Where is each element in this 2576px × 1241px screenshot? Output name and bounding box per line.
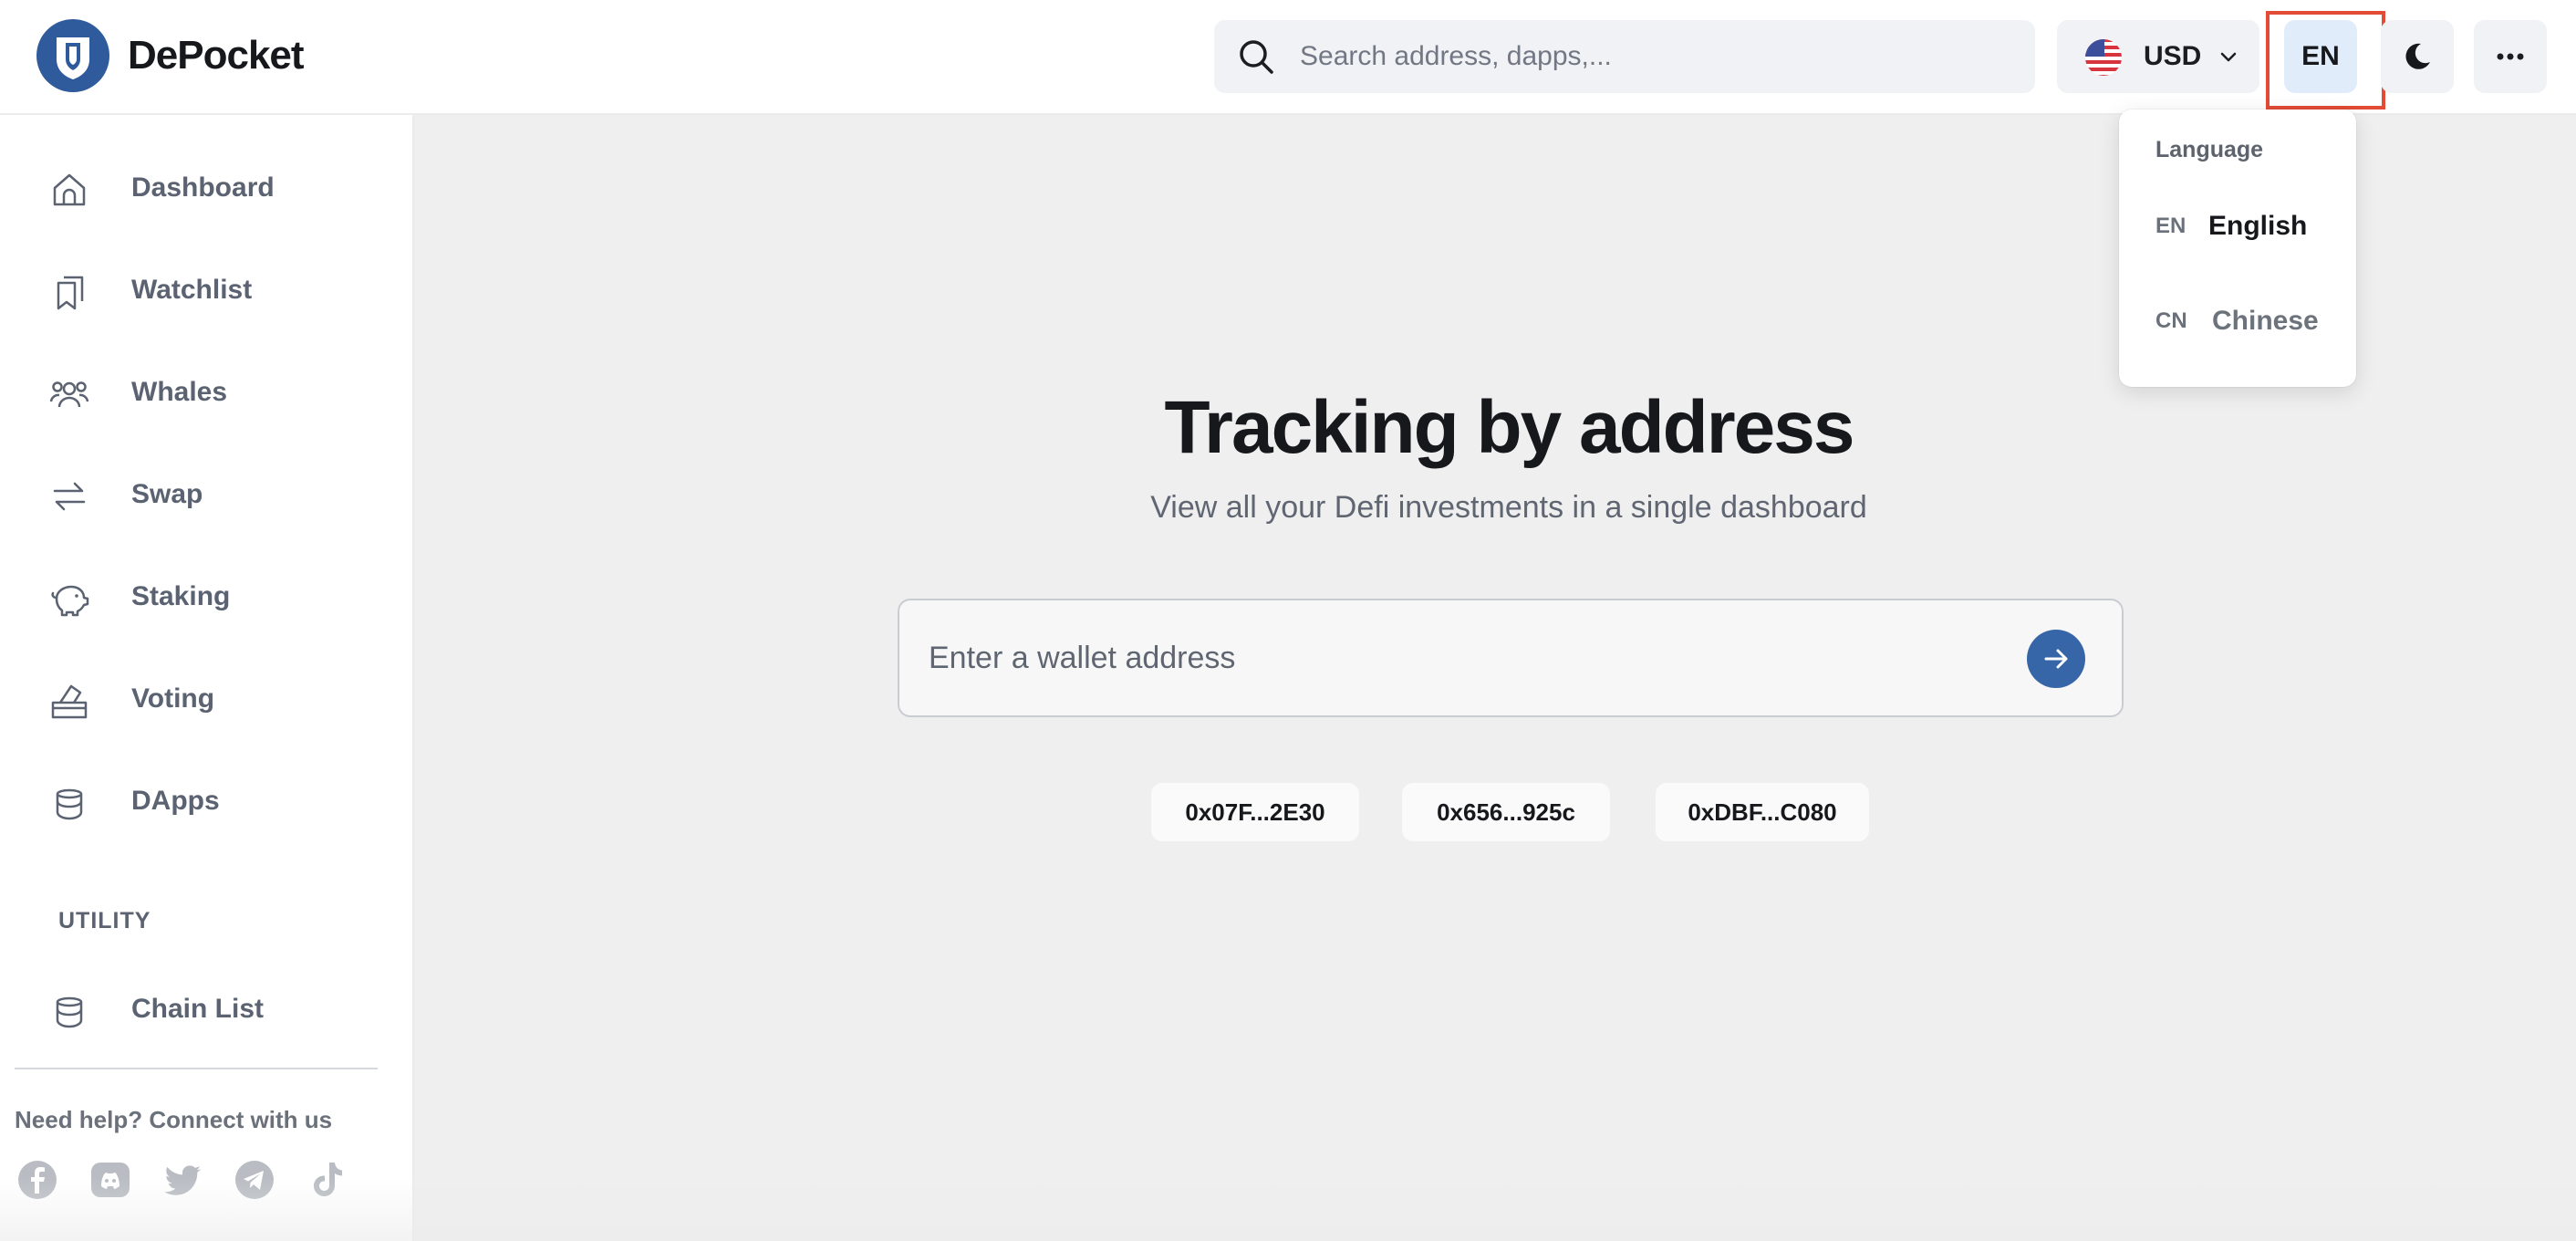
social-links xyxy=(15,1159,379,1206)
sample-address-chip[interactable]: 0x656...925c xyxy=(1402,783,1610,841)
wallet-address-field[interactable] xyxy=(898,599,2124,717)
users-icon xyxy=(49,381,89,408)
sidebar: Dashboard Watchlist Whales Swap Staking … xyxy=(0,115,414,1241)
currency-selector[interactable]: USD xyxy=(2057,20,2259,93)
ballot-box-icon xyxy=(51,684,88,719)
wallet-address-input[interactable] xyxy=(929,600,2023,715)
sidebar-item-dapps[interactable]: DApps xyxy=(36,765,383,838)
chevron-down-icon xyxy=(2220,52,2237,62)
stack-icon xyxy=(56,788,83,820)
language-abbr: EN xyxy=(2155,214,2186,238)
language-abbr: CN xyxy=(2155,308,2187,333)
arrow-right-icon xyxy=(2044,649,2068,669)
sidebar-divider xyxy=(15,1068,378,1069)
sidebar-item-chain-list[interactable]: Chain List xyxy=(36,973,383,1046)
moon-icon xyxy=(2405,43,2430,69)
currency-code: USD xyxy=(2144,41,2202,71)
stack-icon xyxy=(56,996,83,1028)
language-name: Chinese xyxy=(2212,306,2319,336)
home-icon xyxy=(53,173,86,206)
theme-toggle-button[interactable] xyxy=(2381,20,2454,93)
language-menu-title: Language xyxy=(2155,137,2264,162)
bookmark-icon xyxy=(57,276,84,310)
submit-address-button[interactable] xyxy=(2027,630,2085,688)
page-subtitle: View all your Defi investments in a sing… xyxy=(1150,490,1867,525)
depocket-logo-icon[interactable] xyxy=(36,19,109,92)
sidebar-item-label: Chain List xyxy=(131,994,265,1024)
search-input[interactable] xyxy=(1300,20,2011,93)
help-text: Need help? Connect with us xyxy=(15,1106,333,1133)
more-options-button[interactable] xyxy=(2474,20,2547,93)
brand-name[interactable]: DePocket xyxy=(128,30,305,81)
sidebar-item-label: Watchlist xyxy=(131,275,253,305)
language-name: English xyxy=(2208,211,2308,241)
sidebar-item-label: DApps xyxy=(131,786,220,816)
sidebar-item-label: Dashboard xyxy=(131,172,275,203)
sidebar-item-watchlist[interactable]: Watchlist xyxy=(36,254,383,327)
piggy-bank-icon xyxy=(51,585,89,617)
language-option-english[interactable]: EN English xyxy=(2155,206,2338,246)
sidebar-item-whales[interactable]: Whales xyxy=(36,356,383,429)
sidebar-item-voting[interactable]: Voting xyxy=(36,662,383,735)
language-dropdown: Language xyxy=(2119,110,2356,387)
sidebar-item-label: Whales xyxy=(131,377,228,407)
swap-icon xyxy=(53,482,86,511)
tiktok-icon[interactable] xyxy=(306,1159,348,1201)
more-dots-icon xyxy=(2497,53,2524,60)
page-title: Tracking by address xyxy=(1164,386,1854,469)
sample-address-chip[interactable]: 0xDBF...C080 xyxy=(1656,783,1869,841)
sidebar-item-label: Voting xyxy=(131,683,215,714)
sample-address-chip[interactable]: 0x07F...2E30 xyxy=(1151,783,1359,841)
twitter-icon[interactable] xyxy=(162,1159,204,1201)
telegram-icon[interactable] xyxy=(234,1159,275,1201)
sidebar-item-dashboard[interactable]: Dashboard xyxy=(36,151,383,224)
us-flag-icon xyxy=(2085,39,2122,76)
sidebar-item-label: Swap xyxy=(131,479,203,509)
top-header: DePocket USD EN xyxy=(0,0,2576,115)
language-option-chinese[interactable]: CN Chinese xyxy=(2155,301,2338,341)
search-icon xyxy=(1240,40,1273,74)
facebook-icon[interactable] xyxy=(16,1159,58,1201)
language-button[interactable]: EN xyxy=(2284,20,2357,93)
sidebar-item-staking[interactable]: Staking xyxy=(36,560,383,633)
global-search[interactable] xyxy=(1214,20,2035,93)
discord-icon[interactable] xyxy=(89,1159,131,1201)
sidebar-item-swap[interactable]: Swap xyxy=(36,458,383,531)
sidebar-section-utility: UTILITY xyxy=(58,908,151,933)
sidebar-item-label: Staking xyxy=(131,581,231,611)
